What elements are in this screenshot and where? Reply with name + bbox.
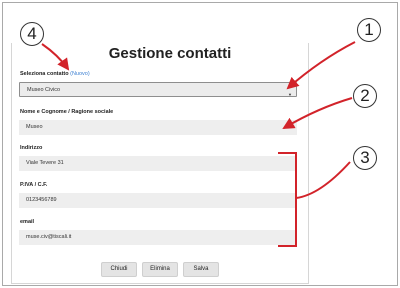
callout-2-arrow <box>282 97 353 130</box>
callout-4-arrow <box>41 43 70 71</box>
callout-badge-3: 3 <box>353 146 377 170</box>
callout-badge-1: 1 <box>357 18 381 42</box>
callout-3-bracket <box>278 152 351 247</box>
callout-1-arrow <box>286 41 356 90</box>
callout-badge-2: 2 <box>353 84 377 108</box>
callout-badge-4: 4 <box>20 22 44 46</box>
callout-arrows <box>41 41 356 247</box>
